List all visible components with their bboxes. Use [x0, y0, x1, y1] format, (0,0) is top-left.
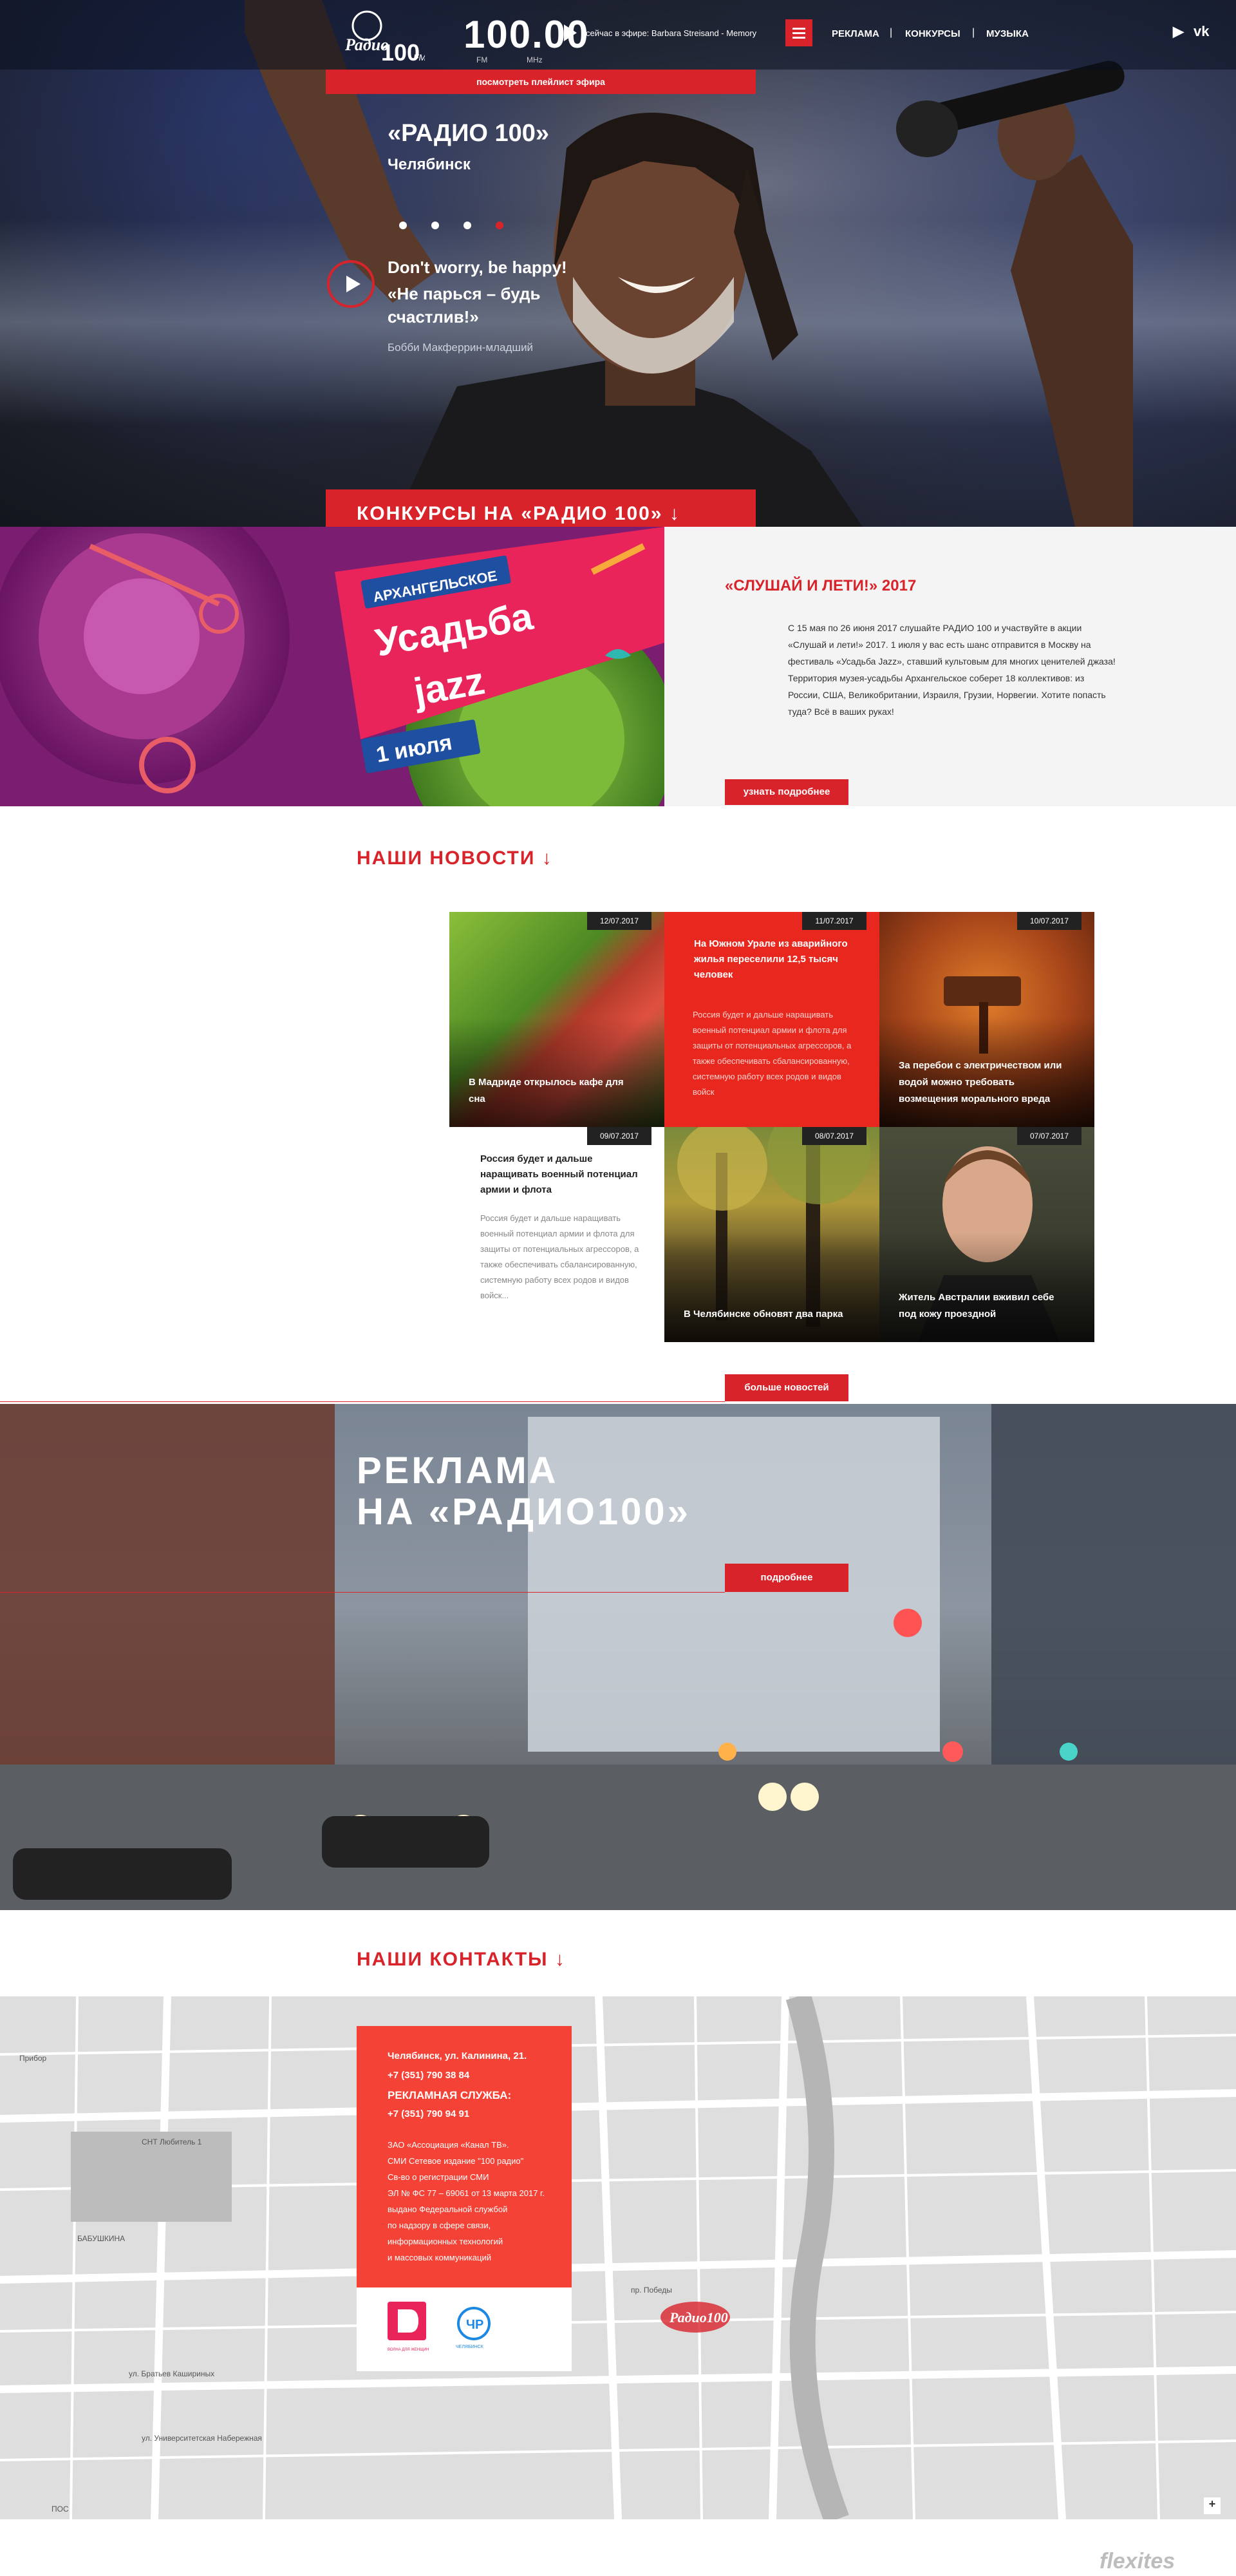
news-tile[interactable]: 10/07.2017 За перебои с электричеством и…	[879, 912, 1094, 1127]
address: Челябинск, ул. Калинина, 21.	[388, 2050, 527, 2061]
radio-marker-icon: Радио100	[660, 2302, 730, 2333]
slider-dot[interactable]	[399, 222, 407, 229]
hero-title: «РАДИО 100»	[388, 120, 550, 147]
news-date: 07/07.2017	[1017, 1127, 1082, 1145]
legal-info: ЗАО «Ассоциация «Канал ТВ». СМИ Сетевое …	[388, 2140, 545, 2262]
svg-text:FM: FM	[413, 52, 425, 62]
ads-title: РЕКЛАМА НА «РАДИО100»	[357, 1450, 691, 1533]
news-excerpt: Россия будет и дальше наращивать военный…	[480, 1213, 639, 1300]
menu-icon[interactable]	[785, 19, 812, 46]
now-playing: сейчас в эфире: Barbara Streisand - Memo…	[586, 28, 757, 38]
news-tile[interactable]: 07/07.2017 Житель Австралии вживил себе …	[879, 1127, 1094, 1342]
slider-dot[interactable]	[431, 222, 439, 229]
news-title: На Южном Урале из аварийного жилья перес…	[694, 938, 848, 980]
news-excerpt: Россия будет и дальше наращивать военный…	[693, 1010, 852, 1097]
hero-section: Радио 100 FM 100.00 FM MHz сейчас в эфир…	[0, 0, 1236, 527]
radio-100-logo[interactable]: Радио 100 FM	[341, 5, 425, 64]
svg-text:Радио100: Радио100	[669, 2309, 728, 2325]
youtube-icon[interactable]: ▶	[1173, 23, 1184, 40]
phone-ads[interactable]: +7 (351) 790 94 91	[388, 2108, 469, 2119]
news-title: В Мадриде открылось кафе для сна	[469, 1077, 624, 1104]
quote-author: Бобби Макферрин-младший	[388, 341, 534, 354]
map-label-3: БАБУШКИНА	[77, 2234, 125, 2243]
map-label-1: Прибор	[19, 2054, 47, 2063]
contest-text: С 15 мая по 26 июня 2017 слушайте РАДИО …	[788, 623, 1116, 717]
chelyabinsk-logo[interactable]: ЧР ЧЕЛЯБИНСК	[453, 2306, 498, 2351]
ads-title-line2: НА «РАДИО100»	[357, 1491, 691, 1533]
news-date: 12/07.2017	[587, 912, 651, 930]
quote-play-button[interactable]	[327, 260, 375, 308]
learn-more-button[interactable]: узнать подробнее	[725, 779, 848, 805]
chelyabinsk-caption: ЧЕЛЯБИНСК	[456, 2345, 484, 2349]
ad-service-label: РЕКЛАМНАЯ СЛУЖБА:	[388, 2089, 512, 2101]
freq-fm-label: FM	[476, 55, 488, 64]
quote-russian: «Не парься – будь счастлив!»	[388, 284, 541, 327]
nav-separator: |	[972, 27, 975, 38]
news-date: 11/07.2017	[802, 912, 866, 930]
nav-item-contests[interactable]: КОНКУРСЫ	[905, 28, 960, 39]
hero-city: Челябинск	[388, 156, 471, 173]
playlist-button[interactable]: посмотреть плейлист эфира	[326, 70, 756, 94]
map-label-5: ул. Братьев Кашириных	[129, 2369, 214, 2378]
ads-details-button[interactable]: подробнее	[725, 1564, 848, 1592]
news-tile-active[interactable]: 11/07.2017 На Южном Урале из аварийного …	[664, 912, 879, 1127]
volna-logo[interactable]: ВОЛНА ДЛЯ ЖЕНЩИН	[388, 2302, 430, 2357]
ads-title-line1: РЕКЛАМА	[357, 1450, 559, 1492]
nav-item-music[interactable]: МУЗЫКА	[986, 28, 1029, 39]
more-news-button[interactable]: больше новостей	[725, 1374, 848, 1401]
news-heading: НАШИ НОВОСТИ ↓	[357, 848, 553, 869]
slider-dot[interactable]	[464, 222, 471, 229]
news-divider	[0, 1401, 725, 1402]
vk-icon[interactable]: vk	[1194, 23, 1209, 40]
map-label-2: пр. Победы	[631, 2286, 672, 2295]
partner-logos: ВОЛНА ДЛЯ ЖЕНЩИН ЧР ЧЕЛЯБИНСК	[357, 2287, 572, 2371]
news-title: Россия будет и дальше наращивать военный…	[480, 1153, 638, 1195]
phone-main[interactable]: +7 (351) 790 38 84	[388, 2070, 469, 2081]
news-date: 08/07.2017	[802, 1127, 866, 1145]
news-date: 09/07.2017	[587, 1127, 651, 1145]
news-title: За перебои с электричеством или водой мо…	[899, 1060, 1062, 1104]
svg-text:ЧР: ЧР	[466, 2318, 483, 2332]
contacts-heading: НАШИ КОНТАКТЫ ↓	[357, 1949, 566, 1970]
news-title: Житель Австралии вживил себе под кожу пр…	[899, 1292, 1054, 1320]
map-image: Прибор пр. Победы БАБУШКИНА СНТ Любитель…	[0, 1996, 1236, 2519]
ads-divider	[0, 1592, 725, 1593]
map-label-7: ПОС	[52, 2505, 69, 2514]
slider-dot-active[interactable]	[496, 222, 503, 229]
quote-english: Don't worry, be happy!	[388, 258, 567, 277]
volna-caption: ВОЛНА ДЛЯ ЖЕНЩИН	[388, 2348, 429, 2352]
nav-item-ads[interactable]: РЕКЛАМА	[832, 28, 879, 39]
news-tile[interactable]: 09/07.2017 Россия будет и дальше наращив…	[449, 1127, 664, 1342]
freq-mhz-label: MHz	[527, 55, 543, 64]
news-tile[interactable]: 12/07.2017 В Мадриде открылось кафе для …	[449, 912, 664, 1127]
flexites-watermark: flexites	[1100, 2549, 1175, 2573]
play-icon[interactable]	[564, 24, 577, 41]
map-label-4: СНТ Любитель 1	[142, 2137, 202, 2146]
city-map[interactable]: Прибор пр. Победы БАБУШКИНА СНТ Любитель…	[0, 1996, 1236, 2519]
contest-title: «СЛУШАЙ И ЛЕТИ!» 2017	[725, 577, 917, 594]
jazz-festival-poster: АРХАНГЕЛЬСКОЕ Усадьба jazz 1 июля	[0, 527, 664, 806]
news-date: 10/07.2017	[1017, 912, 1082, 930]
map-zoom-in[interactable]: +	[1204, 2497, 1221, 2514]
news-tile[interactable]: 08/07.2017 В Челябинске обновят два парк…	[664, 1127, 879, 1342]
nav-separator: |	[890, 27, 893, 38]
map-label-6: ул. Университетская Набережная	[142, 2434, 262, 2443]
news-title: В Челябинске обновят два парка	[684, 1309, 843, 1320]
